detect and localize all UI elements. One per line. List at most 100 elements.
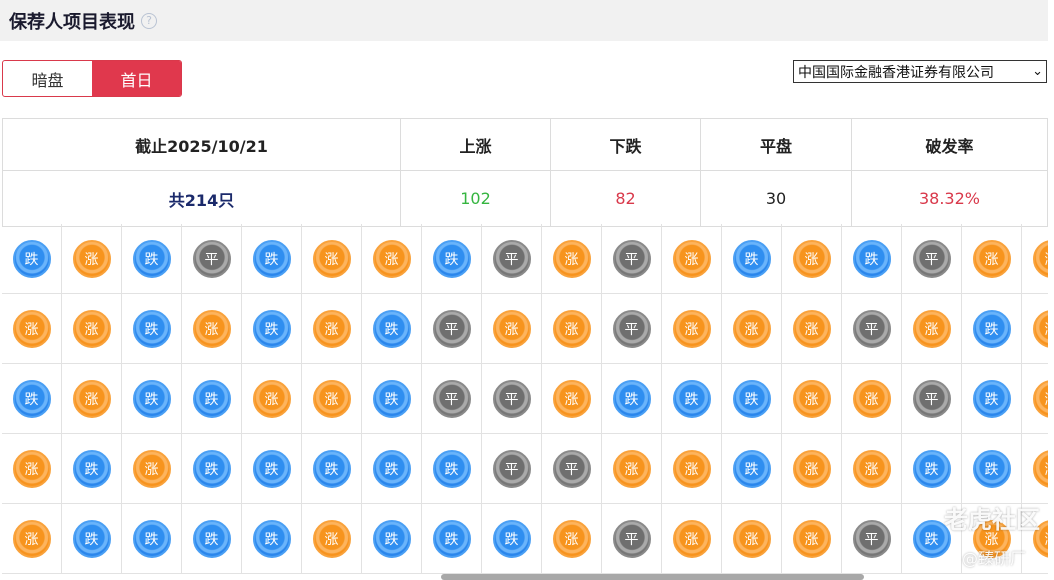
grid-cell[interactable]: 跌	[422, 504, 482, 574]
grid-cell[interactable]: 涨	[662, 224, 722, 294]
grid-cell[interactable]: 涨	[62, 224, 122, 294]
grid-cell[interactable]: 跌	[362, 434, 422, 504]
flat-coin-icon: 平	[852, 309, 891, 348]
grid-cell[interactable]: 跌	[2, 224, 62, 294]
grid-cell[interactable]: 平	[602, 224, 662, 294]
grid-cell[interactable]: 涨	[2, 434, 62, 504]
grid-cell[interactable]: 跌	[242, 504, 302, 574]
grid-cell[interactable]: 跌	[602, 364, 662, 434]
grid-cell[interactable]: 跌	[122, 224, 182, 294]
grid-cell[interactable]: 涨	[302, 504, 362, 574]
grid-cell[interactable]: 涨	[542, 504, 602, 574]
down-coin-icon: 跌	[192, 379, 231, 418]
grid-cell[interactable]: 涨	[722, 504, 782, 574]
grid-cell[interactable]: 平	[482, 364, 542, 434]
grid-cell[interactable]: 涨	[62, 294, 122, 364]
summary-header-date: 截止2025/10/21	[2, 118, 401, 171]
grid-cell[interactable]: 平	[542, 434, 602, 504]
flat-coin-icon: 平	[432, 309, 471, 348]
grid-cell[interactable]: 涨	[1022, 224, 1048, 294]
grid-cell[interactable]: 跌	[422, 434, 482, 504]
grid-cell[interactable]: 跌	[242, 294, 302, 364]
grid-cell[interactable]: 涨	[302, 364, 362, 434]
grid-cell[interactable]: 涨	[122, 434, 182, 504]
grid-cell[interactable]: 跌	[182, 364, 242, 434]
grid-cell[interactable]: 跌	[722, 434, 782, 504]
grid-cell[interactable]: 跌	[182, 434, 242, 504]
down-coin-icon: 跌	[132, 379, 171, 418]
tab-dark-pool[interactable]: 暗盘	[3, 61, 92, 96]
grid-cell[interactable]: 平	[422, 364, 482, 434]
grid-cell[interactable]: 涨	[1022, 294, 1048, 364]
help-icon[interactable]: ?	[141, 12, 157, 29]
grid-cell[interactable]: 平	[602, 294, 662, 364]
sponsor-select[interactable]: 中国国际金融香港证券有限公司 ⌄	[793, 60, 1047, 83]
grid-cell[interactable]: 涨	[782, 364, 842, 434]
grid-cell[interactable]: 跌	[722, 224, 782, 294]
grid-cell[interactable]: 涨	[542, 294, 602, 364]
grid-cell[interactable]: 涨	[542, 224, 602, 294]
grid-cell[interactable]: 涨	[782, 434, 842, 504]
grid-cell[interactable]: 平	[482, 224, 542, 294]
tab-first-day[interactable]: 首日	[92, 61, 181, 96]
grid-cell[interactable]: 跌	[122, 294, 182, 364]
grid-cell[interactable]: 跌	[722, 364, 782, 434]
grid-cell[interactable]: 平	[842, 294, 902, 364]
grid-cell[interactable]: 涨	[242, 364, 302, 434]
grid-cell[interactable]: 平	[602, 504, 662, 574]
grid-cell[interactable]: 涨	[1022, 364, 1048, 434]
grid-cell[interactable]: 跌	[362, 504, 422, 574]
grid-cell[interactable]: 跌	[662, 364, 722, 434]
up-coin-icon: 涨	[552, 379, 591, 418]
grid-cell[interactable]: 涨	[782, 504, 842, 574]
grid-cell[interactable]: 平	[902, 364, 962, 434]
grid-cell[interactable]: 跌	[302, 434, 362, 504]
grid-cell[interactable]: 平	[182, 224, 242, 294]
grid-cell[interactable]: 涨	[2, 504, 62, 574]
grid-cell[interactable]: 涨	[482, 294, 542, 364]
grid-cell[interactable]: 涨	[782, 224, 842, 294]
grid-cell[interactable]: 平	[842, 504, 902, 574]
grid-cell[interactable]: 跌	[242, 224, 302, 294]
grid-cell[interactable]: 涨	[62, 364, 122, 434]
grid-cell[interactable]: 跌	[962, 434, 1022, 504]
grid-cell[interactable]: 涨	[662, 434, 722, 504]
grid-cell[interactable]: 涨	[182, 294, 242, 364]
grid-cell[interactable]: 跌	[422, 224, 482, 294]
grid-cell[interactable]: 涨	[2, 294, 62, 364]
grid-cell[interactable]: 跌	[2, 364, 62, 434]
grid-cell[interactable]: 涨	[842, 434, 902, 504]
grid-cell[interactable]: 跌	[962, 364, 1022, 434]
grid-cell[interactable]: 涨	[782, 294, 842, 364]
grid-cell[interactable]: 涨	[722, 294, 782, 364]
grid-cell[interactable]: 涨	[1022, 434, 1048, 504]
grid-cell[interactable]: 平	[902, 224, 962, 294]
grid-cell[interactable]: 跌	[182, 504, 242, 574]
grid-cell[interactable]: 跌	[62, 434, 122, 504]
grid-cell[interactable]: 涨	[362, 224, 422, 294]
grid-cell[interactable]: 平	[482, 434, 542, 504]
grid-cell[interactable]: 跌	[362, 294, 422, 364]
grid-cell[interactable]: 跌	[962, 294, 1022, 364]
grid-cell[interactable]: 涨	[902, 294, 962, 364]
grid-cell[interactable]: 平	[422, 294, 482, 364]
grid-cell[interactable]: 涨	[302, 294, 362, 364]
grid-cell[interactable]: 跌	[842, 224, 902, 294]
grid-cell[interactable]: 涨	[602, 434, 662, 504]
grid-cell[interactable]: 跌	[242, 434, 302, 504]
up-coin-icon: 涨	[672, 519, 711, 558]
grid-cell[interactable]: 跌	[122, 504, 182, 574]
grid-cell[interactable]: 涨	[302, 224, 362, 294]
flat-coin-icon: 平	[612, 519, 651, 558]
grid-cell[interactable]: 涨	[662, 294, 722, 364]
grid-cell[interactable]: 跌	[122, 364, 182, 434]
grid-cell[interactable]: 涨	[842, 364, 902, 434]
grid-cell[interactable]: 涨	[962, 224, 1022, 294]
horizontal-scrollbar[interactable]	[441, 574, 864, 580]
grid-cell[interactable]: 涨	[662, 504, 722, 574]
grid-cell[interactable]: 跌	[902, 434, 962, 504]
grid-cell[interactable]: 涨	[542, 364, 602, 434]
grid-cell[interactable]: 跌	[62, 504, 122, 574]
grid-cell[interactable]: 跌	[362, 364, 422, 434]
grid-cell[interactable]: 跌	[482, 504, 542, 574]
